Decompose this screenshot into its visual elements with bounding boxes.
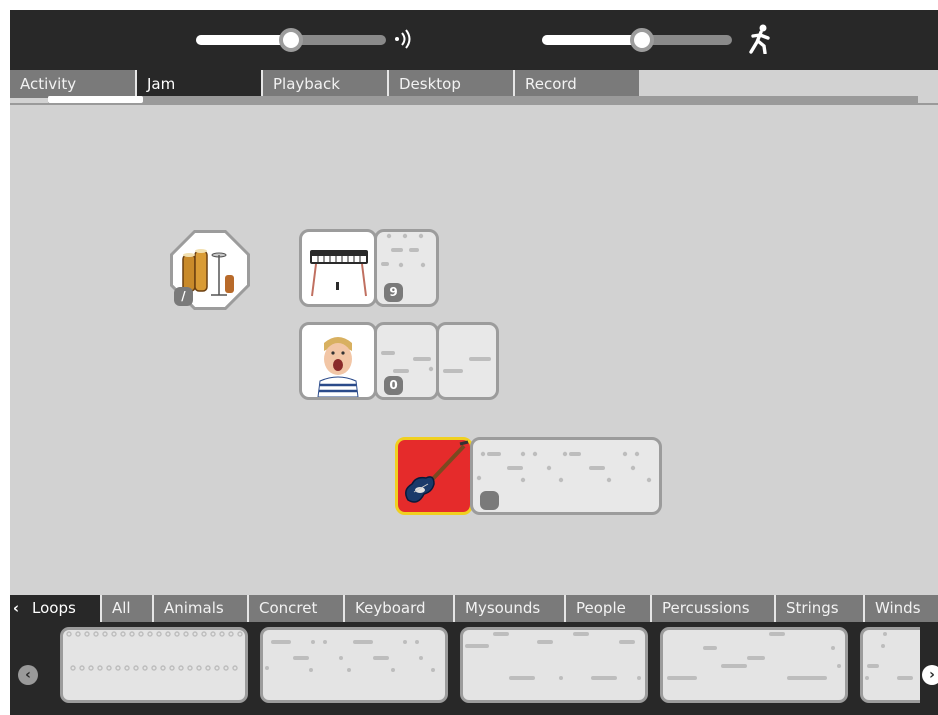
volume-slider-fill — [196, 35, 291, 45]
loop-item-2[interactable] — [260, 627, 448, 703]
tab-divider — [10, 103, 938, 105]
drums-badge: / — [174, 287, 193, 306]
guitar-icon-box[interactable] — [395, 437, 473, 515]
strip-scrollbar[interactable] — [48, 96, 918, 103]
category-strings[interactable]: Strings — [774, 595, 863, 622]
category-percussions[interactable]: Percussions — [650, 595, 774, 622]
instrument-drums[interactable]: / — [170, 230, 250, 310]
instrument-voice[interactable]: 0 — [299, 322, 499, 400]
loop-item-1[interactable] — [60, 627, 248, 703]
electric-piano-icon — [310, 250, 368, 297]
guitar-loop-block[interactable] — [470, 437, 662, 515]
speaker-volume-icon — [394, 28, 416, 54]
loop-pattern — [66, 631, 243, 671]
category-winds[interactable]: Winds — [863, 595, 938, 622]
category-bar: Loops All Animals Concret Keyboard Mysou… — [10, 595, 938, 622]
loop-pattern — [667, 632, 841, 680]
category-all[interactable]: All — [100, 595, 152, 622]
loop-pattern — [265, 640, 435, 672]
toolbar — [10, 10, 938, 70]
category-animals[interactable]: Animals — [152, 595, 247, 622]
category-concret[interactable]: Concret — [247, 595, 343, 622]
voice-loop-block-2[interactable] — [436, 322, 499, 400]
strip-next-arrow-icon[interactable]: › — [922, 665, 938, 685]
loop-pattern — [476, 451, 652, 483]
tempo-slider-knob[interactable] — [630, 28, 654, 52]
tab-activity[interactable]: Activity — [10, 70, 135, 98]
strip-prev-arrow-icon[interactable]: ‹ — [18, 665, 38, 685]
tempo-slider-fill — [542, 35, 642, 45]
category-people[interactable]: People — [564, 595, 650, 622]
loop-pattern — [443, 357, 491, 373]
category-keyboard[interactable]: Keyboard — [343, 595, 453, 622]
tab-bar: Activity Jam Playback Desktop Record — [10, 70, 938, 98]
tab-jam[interactable]: Jam — [135, 70, 261, 98]
loop-item-5[interactable] — [860, 627, 920, 703]
instrument-keyboard[interactable]: 9 — [299, 229, 439, 307]
voice-loop-block-1[interactable]: 0 — [374, 322, 439, 400]
loop-item-4[interactable] — [660, 627, 848, 703]
tab-playback[interactable]: Playback — [261, 70, 387, 98]
voice-badge: 0 — [384, 376, 403, 395]
bass-guitar-icon — [405, 440, 469, 503]
strip-scrollbar-thumb[interactable] — [48, 96, 143, 103]
category-loops[interactable]: Loops — [22, 595, 100, 622]
guitar-badge — [480, 491, 499, 510]
running-figure-icon — [748, 24, 774, 58]
tab-desktop[interactable]: Desktop — [387, 70, 513, 98]
category-prev-arrow-icon[interactable]: ‹ — [10, 595, 22, 622]
keyboard-icon-box[interactable] — [299, 229, 377, 307]
volume-slider[interactable] — [196, 28, 386, 52]
volume-slider-knob[interactable] — [279, 28, 303, 52]
keyboard-loop-block[interactable]: 9 — [374, 229, 439, 307]
voice-icon-box[interactable] — [299, 322, 377, 400]
loop-pattern — [865, 632, 913, 680]
loop-pattern — [465, 632, 641, 680]
loop-strip: ‹ › — [10, 622, 938, 715]
keyboard-badge: 9 — [384, 283, 403, 302]
tab-record[interactable]: Record — [513, 70, 639, 98]
instrument-guitar[interactable] — [395, 437, 662, 515]
app-window: Activity Jam Playback Desktop Record / 9… — [10, 10, 938, 715]
child-singing-icon — [317, 337, 359, 398]
category-mysounds[interactable]: Mysounds — [453, 595, 564, 622]
loop-item-3[interactable] — [460, 627, 648, 703]
tempo-slider[interactable] — [542, 28, 732, 52]
